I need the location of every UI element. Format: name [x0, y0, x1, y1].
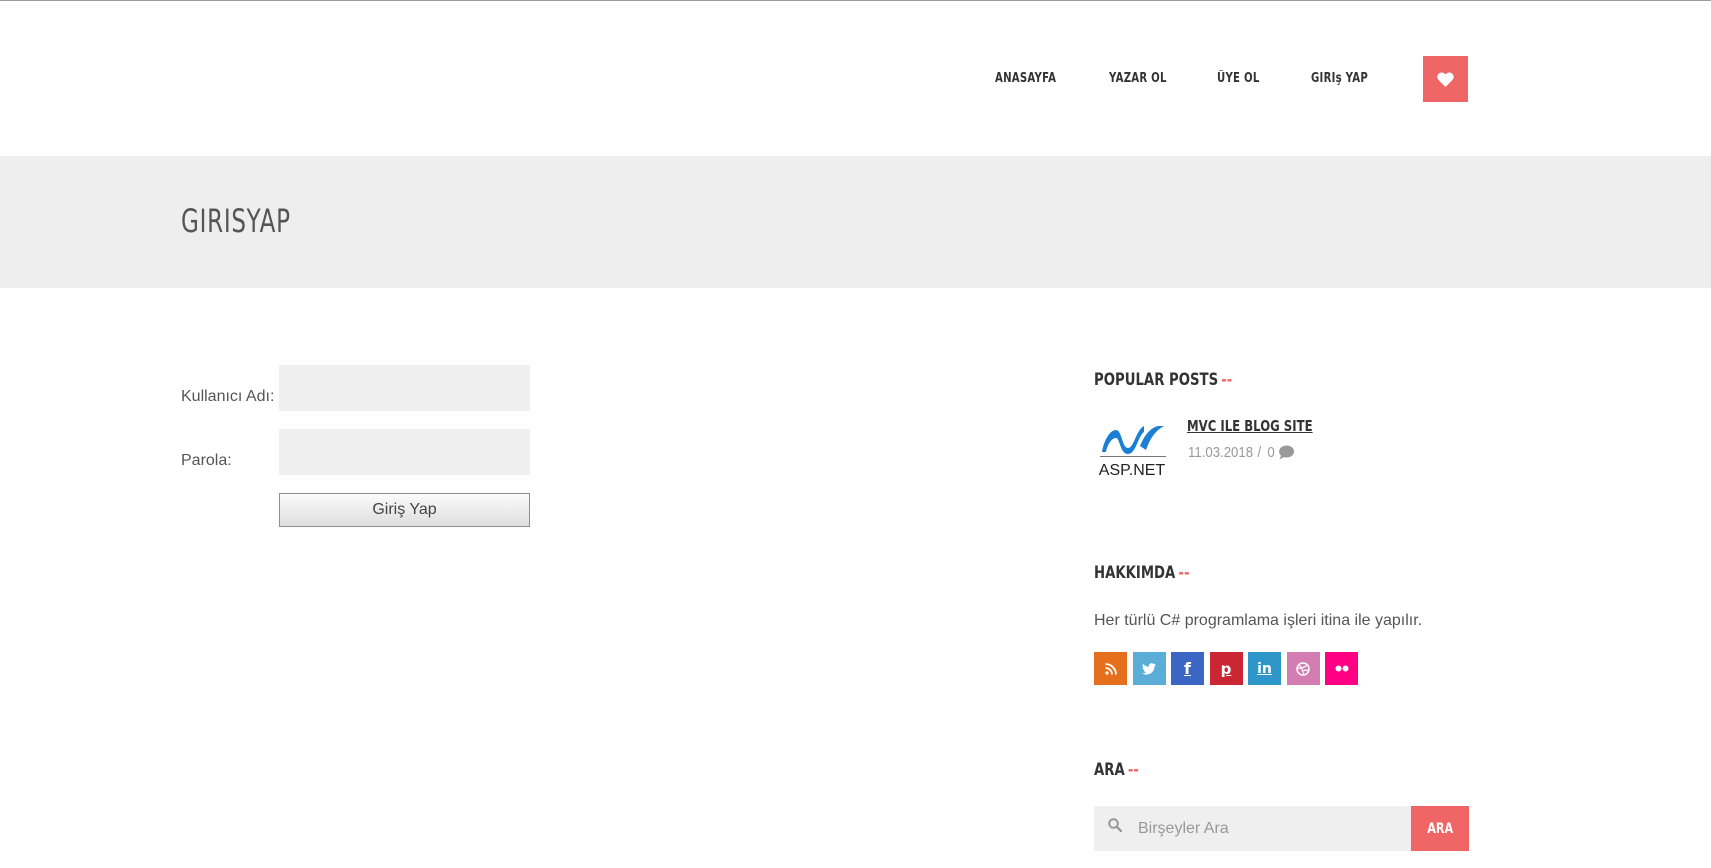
login-button[interactable]: Giriş Yap — [279, 493, 530, 527]
dribbble-icon — [1296, 661, 1310, 676]
page-title-band: GIRISYAP — [0, 156, 1711, 288]
nav-item-yazar-ol[interactable]: YAZAR OL — [1109, 71, 1167, 86]
pinterest-link[interactable]: p — [1209, 652, 1243, 685]
title-dash: -- — [1178, 563, 1190, 583]
nav-item-giris-yap[interactable]: GIRIş YAP — [1311, 71, 1368, 86]
linkedin-icon: in — [1257, 660, 1272, 677]
search-title-text: ARA — [1094, 760, 1125, 780]
twitter-icon — [1142, 662, 1156, 675]
about-text: Her türlü C# programlama işleri itina il… — [1094, 612, 1423, 629]
popular-posts-title-text: POPULAR POSTS — [1094, 370, 1219, 390]
username-label: Kullanıcı Adı: — [181, 388, 275, 405]
password-field[interactable] — [279, 429, 530, 475]
post-title-link[interactable]: MVC ILE BLOG SITE — [1187, 417, 1313, 435]
heart-icon — [1437, 72, 1454, 87]
page-title: GIRISYAP — [181, 202, 291, 240]
comment-count: 0 — [1267, 444, 1275, 461]
linkedin-link[interactable]: in — [1248, 652, 1281, 685]
username-field[interactable] — [279, 365, 530, 411]
search-input[interactable] — [1138, 806, 1403, 851]
title-dash: -- — [1221, 370, 1233, 390]
dribbble-link[interactable] — [1286, 652, 1320, 685]
flickr-link[interactable] — [1325, 652, 1358, 685]
twitter-link[interactable] — [1132, 652, 1166, 685]
favorite-button[interactable] — [1423, 56, 1468, 102]
search-button[interactable]: ARA — [1411, 806, 1469, 851]
aspnet-logo: ASP.NET — [1099, 426, 1166, 479]
flickr-icon — [1335, 665, 1348, 672]
nav-item-uye-ol[interactable]: ÜYE OL — [1217, 71, 1260, 86]
about-title-text: HAKKIMDA — [1094, 563, 1176, 583]
meta-separator: / — [1257, 444, 1262, 461]
popular-posts-title: POPULAR POSTS -- — [1094, 370, 1232, 390]
search-box — [1094, 806, 1411, 851]
pinterest-icon: p — [1220, 659, 1232, 678]
facebook-icon: f — [1184, 659, 1191, 678]
search-icon — [1108, 818, 1122, 832]
rss-link[interactable] — [1094, 652, 1127, 685]
site-header: ANASAYFA YAZAR OL ÜYE OL GIRIş YAP — [0, 1, 1711, 156]
search-button-label: ARA — [1427, 820, 1453, 837]
post-thumbnail[interactable]: ASP.NET — [1094, 416, 1170, 480]
aspnet-logo-text: ASP.NET — [1099, 462, 1166, 479]
social-links: f p in — [1094, 652, 1364, 685]
post-meta: 11.03.2018 / 0 — [1188, 444, 1295, 461]
password-label: Parola: — [181, 452, 232, 469]
title-dash: -- — [1127, 760, 1139, 780]
about-title: HAKKIMDA -- — [1094, 563, 1189, 583]
search-title: ARA -- — [1094, 760, 1139, 780]
facebook-link[interactable]: f — [1171, 652, 1204, 685]
rss-icon — [1104, 662, 1117, 675]
comment-icon — [1279, 445, 1295, 460]
post-date: 11.03.2018 — [1188, 444, 1254, 461]
nav-item-anasayfa[interactable]: ANASAYFA — [995, 71, 1056, 86]
